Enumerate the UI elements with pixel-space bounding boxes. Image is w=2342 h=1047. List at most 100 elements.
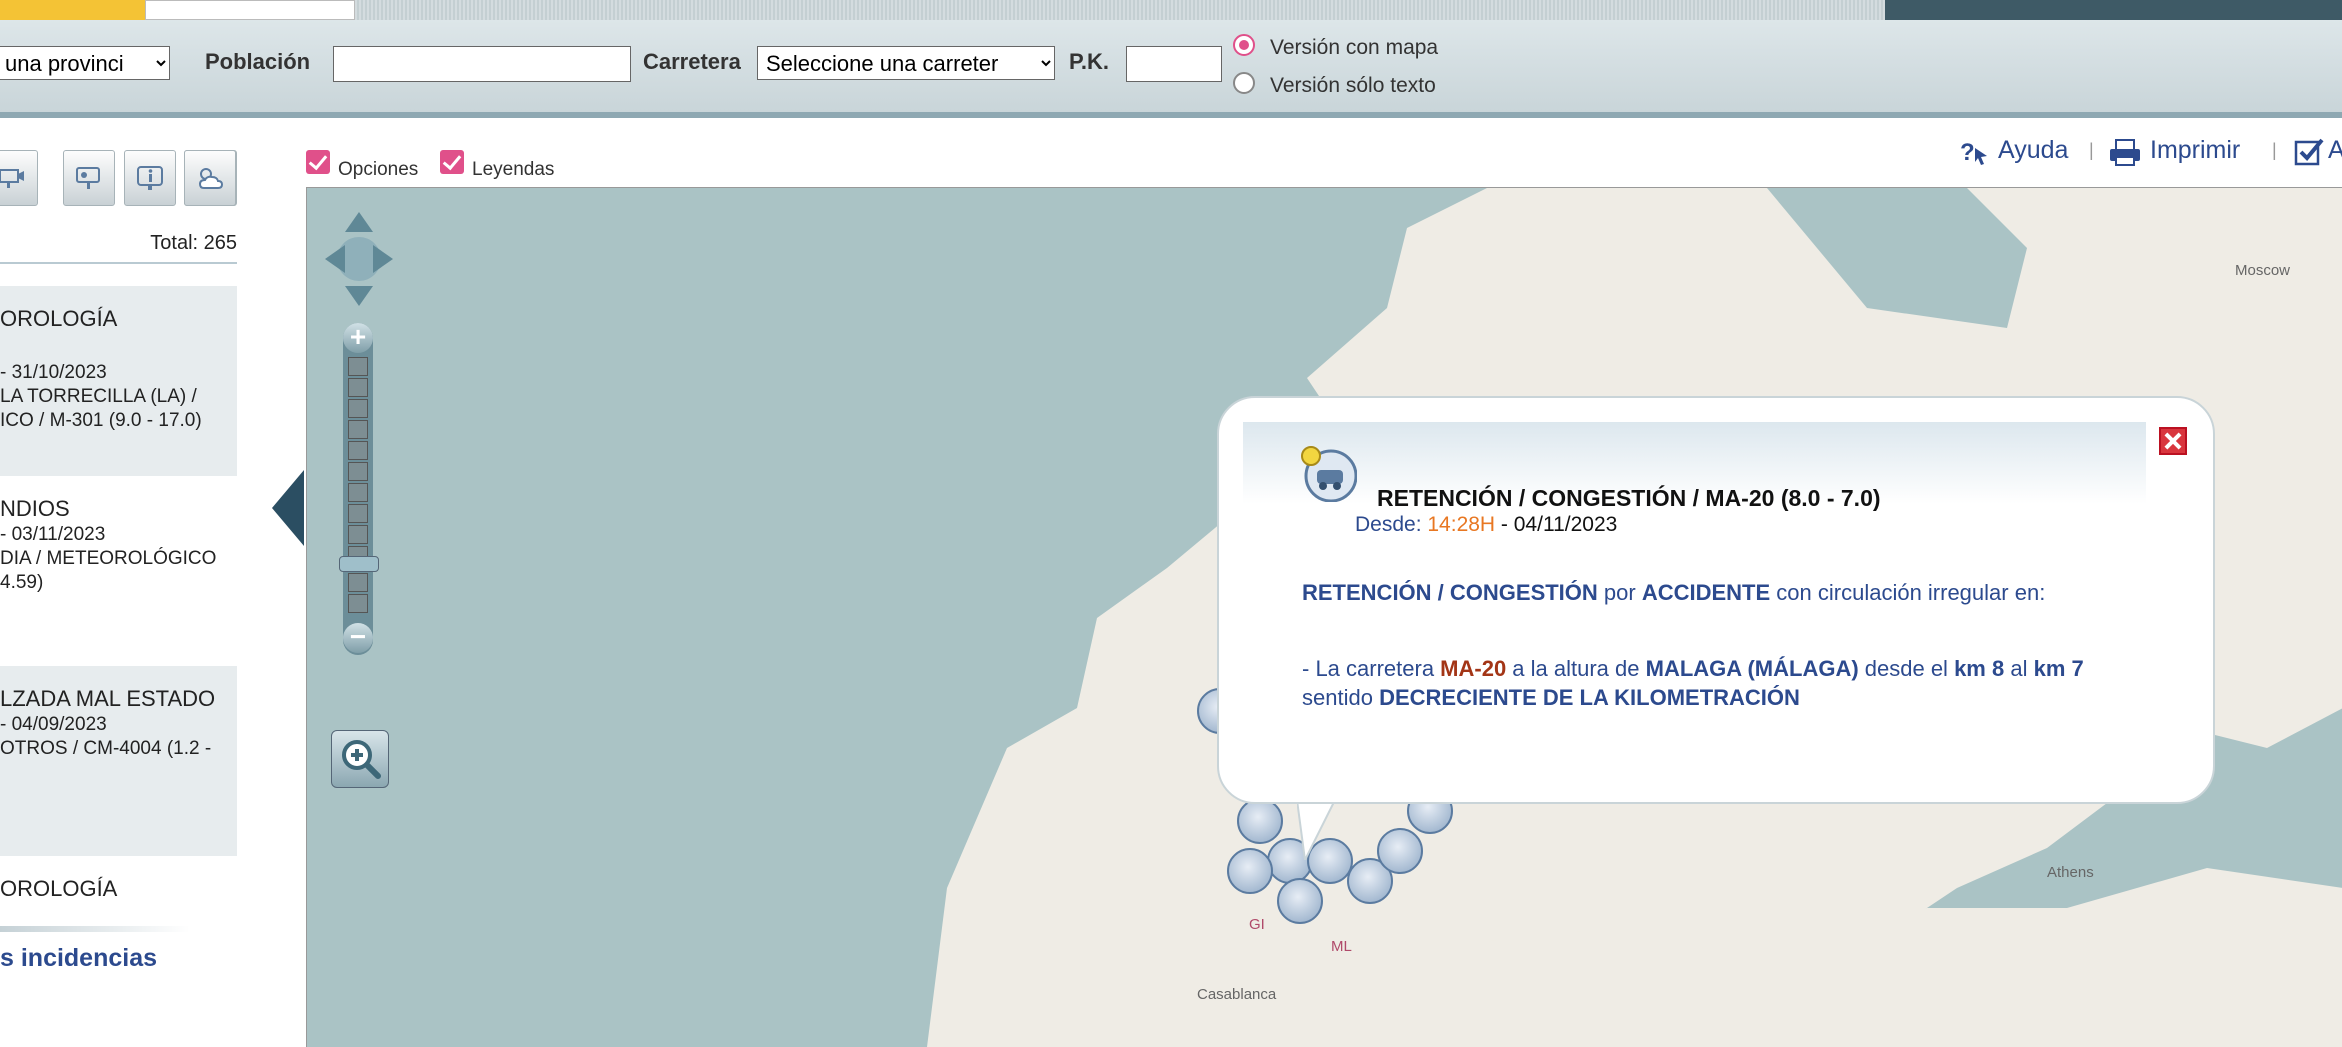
carretera-select[interactable]: Seleccione una carreter (757, 46, 1055, 80)
pan-right-icon (373, 245, 393, 273)
pk-label: P.K. (1069, 49, 1109, 74)
zoom-level[interactable] (348, 420, 368, 439)
zoom-level[interactable] (348, 441, 368, 460)
leyendas-checkbox[interactable] (440, 150, 464, 174)
weather-icon (198, 168, 224, 189)
pan-control[interactable] (323, 204, 395, 314)
carretera-label: Carretera (643, 49, 741, 74)
toolbar-btn-info[interactable] (124, 150, 176, 206)
zoom-level[interactable] (348, 525, 368, 544)
partial-link[interactable]: A (2328, 136, 2342, 165)
incident-marker[interactable] (1237, 798, 1283, 844)
incident-marker[interactable] (1377, 828, 1423, 874)
check-icon (2294, 138, 2324, 166)
incident-marker[interactable] (1227, 848, 1273, 894)
incident-location: DIA / METEOROLÓGICO (0, 548, 217, 569)
incident-type: RETENCIÓN / CONGESTIÓN (1302, 580, 1598, 605)
incident-marker[interactable] (1277, 878, 1323, 924)
road-code: MA-20 (1440, 656, 1507, 681)
incident-title: OROLOGÍA (0, 306, 118, 331)
popup-pointer (1297, 800, 1335, 860)
version-map-radio[interactable] (1233, 34, 1255, 56)
pan-up-icon (345, 212, 373, 232)
desc-text: con circulación irregular en: (1770, 580, 2046, 605)
toolbar-btn-weather[interactable] (184, 150, 236, 206)
version-text-label: Versión sólo texto (1270, 74, 1436, 97)
zoom-level[interactable] (348, 399, 368, 418)
leyendas-label: Leyendas (472, 159, 555, 180)
top-tab-strip (0, 0, 2342, 20)
toolbar-btn-panels[interactable] (63, 150, 115, 206)
info-icon (137, 166, 163, 190)
zoom-level[interactable] (348, 594, 368, 613)
panel-icon (76, 167, 100, 189)
close-icon[interactable] (2159, 427, 2187, 455)
location-place: MALAGA (MÁLAGA) (1645, 656, 1859, 681)
map-label-casablanca: Casablanca (1197, 986, 1277, 1003)
poblacion-label: Población (205, 49, 311, 74)
zoom-level[interactable] (348, 357, 368, 376)
collapse-panel-arrow-icon[interactable] (272, 470, 304, 546)
opciones-checkbox[interactable] (306, 150, 330, 174)
map-label-ml: ML (1331, 938, 1352, 955)
desc-text: - La carretera (1302, 656, 1441, 681)
ayuda-link[interactable]: Ayuda (1998, 136, 2068, 165)
zoom-level[interactable] (348, 504, 368, 523)
zoom-handle[interactable] (339, 556, 379, 572)
incident-date: - 04/09/2023 (0, 714, 107, 735)
zoom-out-button[interactable]: − (343, 623, 373, 653)
pan-left-icon (325, 245, 345, 273)
popup-location: - La carretera MA-20 a la altura de MALA… (1302, 654, 2102, 712)
total-divider (0, 262, 237, 264)
toolbar-btn-cameras[interactable] (0, 150, 38, 206)
popup-title: RETENCIÓN / CONGESTIÓN / MA-20 (8.0 - 7.… (1377, 485, 1881, 511)
incident-road: ICO / M-301 (9.0 - 17.0) (0, 410, 202, 431)
since-time: 14:28H (1427, 513, 1496, 536)
province-select[interactable]: una provinci (0, 46, 170, 80)
traffic-jam-icon (1301, 446, 1357, 502)
printer-icon (2110, 139, 2140, 166)
incident-date: - 31/10/2023 (0, 362, 107, 383)
incident-road: OTROS / CM-4004 (1.2 - (0, 738, 212, 759)
zoom-in-button[interactable]: + (343, 323, 373, 353)
since-date: - 04/11/2023 (1495, 513, 1618, 536)
tab[interactable] (145, 0, 355, 20)
list-item[interactable]: LZADA MAL ESTADO - 04/09/2023 OTROS / CM… (0, 666, 237, 856)
zoom-level[interactable] (348, 462, 368, 481)
active-tab[interactable] (0, 0, 145, 20)
map-label-athens: Athens (2047, 864, 2094, 881)
desc-text: a la altura de (1506, 656, 1646, 681)
imprimir-link[interactable]: Imprimir (2150, 136, 2240, 165)
link-separator: | (2272, 140, 2277, 160)
incident-location: LA TORRECILLA (LA) / (0, 386, 197, 407)
poblacion-input[interactable] (333, 46, 631, 82)
desc-text: desde el (1858, 656, 1955, 681)
zoom-box-button[interactable] (331, 730, 389, 788)
zoom-slider[interactable]: + − (339, 323, 379, 655)
magnifier-icon (342, 740, 381, 779)
version-map-label: Versión con mapa (1270, 36, 1439, 59)
incident-title: NDIOS (0, 496, 70, 521)
zoom-level[interactable] (348, 378, 368, 397)
incident-title: OROLOGÍA (0, 876, 118, 901)
list-item[interactable]: OROLOGÍA (0, 856, 237, 926)
zoom-level[interactable] (348, 573, 368, 592)
incident-popup: RETENCIÓN / CONGESTIÓN / MA-20 (8.0 - 7.… (1217, 396, 2215, 804)
list-item[interactable]: NDIOS - 03/11/2023 DIA / METEOROLÓGICO 4… (0, 476, 237, 666)
pk-input[interactable] (1126, 46, 1222, 82)
more-incidents-link[interactable]: s incidencias (0, 944, 157, 973)
tab-strip-background (355, 0, 1885, 20)
version-text-radio[interactable] (1233, 72, 1255, 94)
help-icon: ? (1960, 139, 1987, 166)
incident-road: 4.59) (0, 572, 44, 593)
desc-text: sentido (1302, 685, 1380, 710)
filter-bar: una provinci Población Carretera Selecci… (0, 20, 2342, 118)
list-item[interactable]: OROLOGÍA - 31/10/2023 LA TORRECILLA (LA)… (0, 286, 237, 476)
map-label-gi: GI (1249, 916, 1265, 933)
desc-text: por (1597, 580, 1642, 605)
incident-total: Total: 265 (150, 232, 237, 254)
tab-dark[interactable] (1885, 0, 2342, 20)
zoom-level[interactable] (348, 483, 368, 502)
more-divider (0, 926, 190, 932)
direction: DECRECIENTE DE LA KILOMETRACIÓN (1379, 685, 1800, 710)
